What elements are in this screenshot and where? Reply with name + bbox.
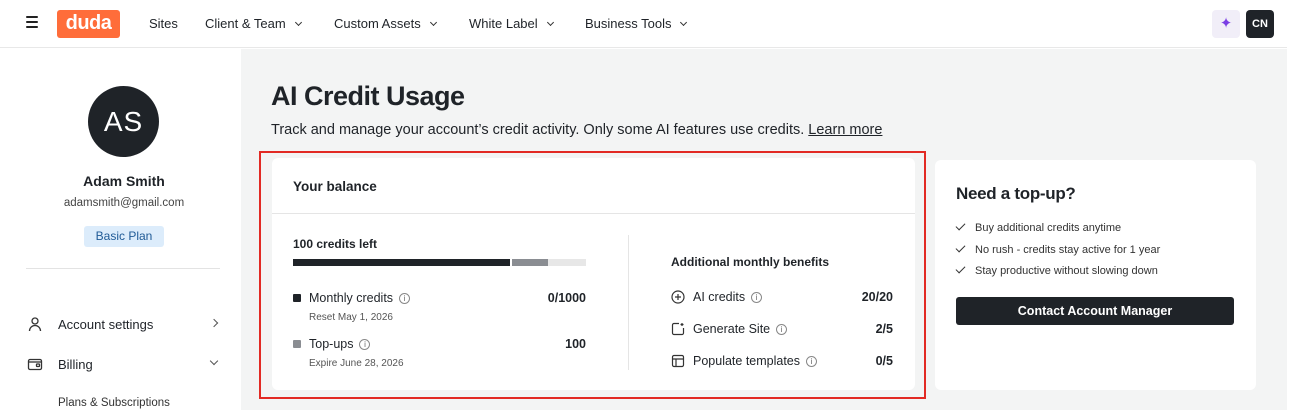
chevron-down-icon <box>546 18 554 27</box>
chevron-down-icon <box>680 18 688 27</box>
page-title: AI Credit Usage <box>271 81 465 111</box>
nav-item-sites[interactable]: Sites <box>149 16 178 31</box>
hamburger-menu-icon[interactable] <box>26 16 38 28</box>
page-description: Track and manage your account’s credit a… <box>271 122 882 138</box>
nav-item-custom-assets[interactable]: Custom Assets <box>334 16 437 31</box>
ai-assistant-button[interactable]: ✦ <box>1212 10 1240 38</box>
sidebar-item-billing[interactable]: Billing <box>27 355 221 375</box>
contact-account-manager-button[interactable]: Contact Account Manager <box>956 297 1234 325</box>
duda-logo[interactable]: duda <box>57 10 120 38</box>
nav-item-white-label[interactable]: White Label <box>469 16 554 31</box>
sidebar-item-label: Billing <box>58 357 93 372</box>
learn-more-link[interactable]: Learn more <box>808 122 882 138</box>
checkmark-icon <box>955 220 966 231</box>
user-name: Adam Smith <box>83 173 165 189</box>
page-description-text: Track and manage your account’s credit a… <box>271 122 805 138</box>
topup-benefit-text: Buy additional credits anytime <box>975 222 1122 234</box>
user-email: adamsmith@gmail.com <box>63 197 185 209</box>
topup-benefit-item: Buy additional credits anytime <box>955 220 1122 234</box>
topup-title: Need a top-up? <box>956 184 1076 203</box>
chevron-down-icon <box>209 356 219 366</box>
sidebar-item-account-settings[interactable]: Account settings <box>27 315 221 335</box>
balance-highlight-frame <box>259 151 926 399</box>
sparkle-icon: ✦ <box>1219 15 1233 32</box>
topup-benefit-item: No rush - credits stay active for 1 year <box>955 242 1161 256</box>
chevron-right-icon <box>209 318 219 328</box>
nav-item-label: White Label <box>469 16 538 31</box>
checkmark-icon <box>955 263 966 274</box>
account-sidebar: AS Adam Smith adamsmith@gmail.com Basic … <box>7 49 241 410</box>
topup-card: Need a top-up? Buy additional credits an… <box>935 160 1256 390</box>
avatar: AS <box>88 86 159 157</box>
nav-item-label: Business Tools <box>585 16 672 31</box>
nav-item-label: Custom Assets <box>334 16 421 31</box>
sidebar-item-label: Account settings <box>58 317 154 332</box>
nav-item-label: Sites <box>149 16 178 31</box>
topup-benefit-item: Stay productive without slowing down <box>955 263 1158 277</box>
checkmark-icon <box>955 242 966 253</box>
top-navigation: duda Sites Client & Team Custom Assets W… <box>0 0 1287 48</box>
topup-benefit-text: No rush - credits stay active for 1 year <box>975 244 1161 256</box>
nav-item-label: Client & Team <box>205 16 286 31</box>
sidebar-divider <box>26 268 220 269</box>
main-content: AI Credit Usage Track and manage your ac… <box>241 49 1287 410</box>
topup-benefit-text: Stay productive without slowing down <box>975 265 1158 277</box>
sidebar-subitem-plans-subscriptions[interactable]: Plans & Subscriptions <box>58 397 170 409</box>
wallet-icon <box>27 358 43 371</box>
user-menu-button[interactable]: CN <box>1246 10 1274 38</box>
chevron-down-icon <box>294 18 302 27</box>
person-icon <box>28 317 42 332</box>
plan-badge: Basic Plan <box>84 226 164 247</box>
nav-item-business-tools[interactable]: Business Tools <box>585 16 688 31</box>
chevron-down-icon <box>429 18 437 27</box>
nav-item-client-team[interactable]: Client & Team <box>205 16 302 31</box>
